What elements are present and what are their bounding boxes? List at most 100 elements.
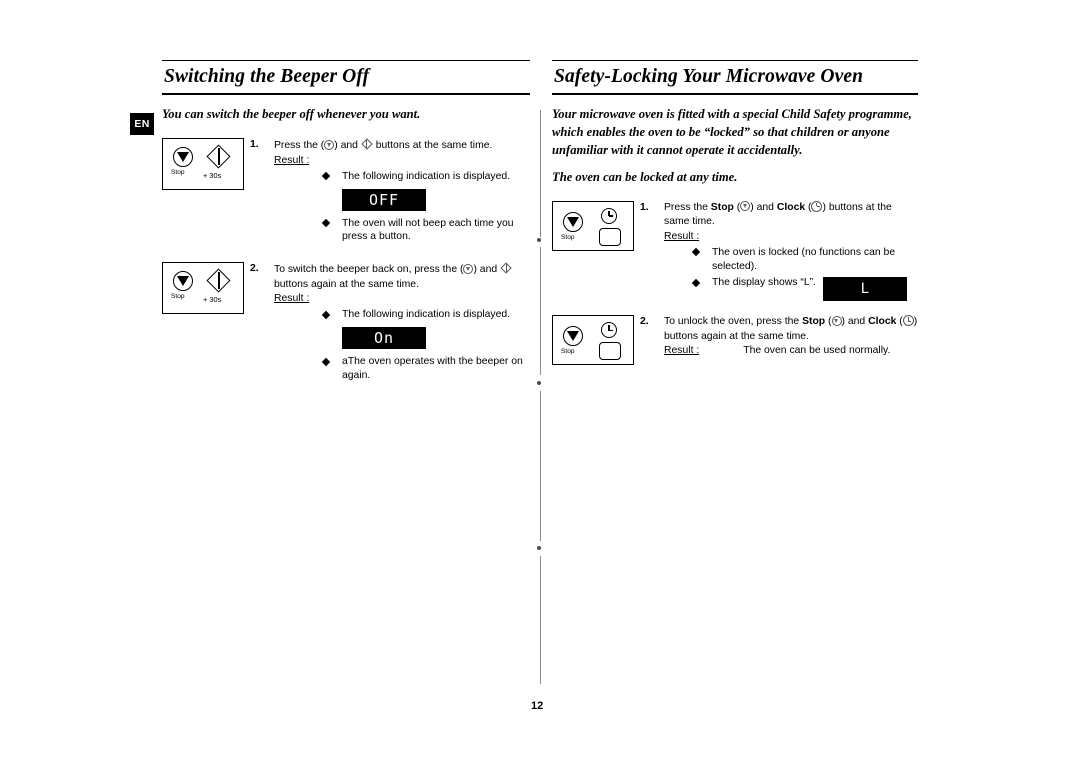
bullet-item: The display shows “L”. L xyxy=(691,276,918,302)
right-step-1: Stop 1. Press the Stop () and Clock () b… xyxy=(552,200,918,302)
left-section-title: Switching the Beeper Off xyxy=(164,66,370,87)
heading-rule-bottom xyxy=(162,93,530,96)
left-step-1-number: 1. xyxy=(250,139,259,151)
left-step-2-result: Result : xyxy=(274,292,530,306)
right-step-1-bold-clock: Clock xyxy=(776,201,806,213)
button-panel-stop-plus30s: Stop + 30s xyxy=(162,262,244,315)
right-step-2-number: 2. xyxy=(640,316,649,328)
bullet-text: The oven will not beep each time you pre… xyxy=(342,217,514,243)
heading-rule-bottom xyxy=(552,93,918,96)
plus-30-seconds-icon xyxy=(361,138,373,150)
right-step-1-bullets: The oven is locked (no functions can be … xyxy=(691,246,918,302)
column-divider-segment xyxy=(540,110,541,237)
diamond-bullet-icon xyxy=(691,248,701,257)
right-step-1-text: Press the Stop () and Clock () buttons a… xyxy=(664,200,918,230)
right-step-1-result: Result : xyxy=(664,230,918,244)
right-intro-second: The oven can be locked at any time. xyxy=(552,169,738,184)
column-divider-dot xyxy=(537,238,541,242)
left-step-1-result-label: Result : xyxy=(274,154,310,166)
plus-30-seconds-button-icon xyxy=(206,144,233,171)
left-step-1-result: Result : xyxy=(274,154,530,168)
language-tab-en: EN xyxy=(130,113,154,135)
left-display-off-wrap: OFF xyxy=(342,188,530,211)
diamond-bullet-icon xyxy=(321,357,331,366)
right-step-1-text-b: ) and xyxy=(750,201,774,213)
stop-button-icon xyxy=(173,271,195,293)
left-step-2-text: To switch the beeper back on, press the … xyxy=(274,262,530,292)
clock-icon xyxy=(811,200,823,212)
left-step-1-body: 1. Press the ( ) and buttons at the same … xyxy=(250,138,530,244)
bullet-text: The following indication is displayed. xyxy=(342,309,511,321)
right-step-1-body: 1. Press the Stop () and Clock () button… xyxy=(640,200,918,302)
bullet-item: The following indication is displayed. xyxy=(321,170,530,184)
clock-icon xyxy=(902,315,914,327)
button-panel-stop-plus30s: Stop + 30s xyxy=(162,138,244,191)
right-step-2-result-text: The oven can be used normally. xyxy=(743,345,891,357)
right-step-2-text-a: To unlock the oven, press the xyxy=(664,316,800,328)
left-step-1-text-a: Press the ( xyxy=(274,140,325,152)
led-display: On xyxy=(342,327,426,349)
right-step-2-result-label: Result : xyxy=(664,345,700,357)
left-intro-text: You can switch the beeper off whenever y… xyxy=(162,107,421,122)
right-step-2-bold-clock: Clock xyxy=(868,316,897,328)
clock-button-icon xyxy=(601,322,619,340)
stop-icon xyxy=(324,139,335,150)
right-step-2-text-b: ) and xyxy=(841,316,866,328)
plus-30-seconds-button-icon xyxy=(206,268,233,295)
right-step-2: Stop 2. To unlock the oven, press the St… xyxy=(552,315,918,385)
bullet-item: The following indication is displayed. xyxy=(321,308,530,322)
right-step-2-result: Result : The oven can be used normally. xyxy=(664,344,918,358)
plus-30-seconds-icon xyxy=(500,262,512,274)
stop-button-icon xyxy=(173,147,195,169)
bullet-text: The display shows “L”. xyxy=(712,277,816,289)
left-section-heading: Switching the Beeper Off xyxy=(162,60,530,96)
diamond-bullet-icon xyxy=(321,172,331,181)
led-display: OFF xyxy=(342,188,426,211)
bullet-item: The oven will not beep each time you pre… xyxy=(321,217,530,244)
column-divider-segment xyxy=(540,556,541,684)
bullet-text: The oven is locked (no functions can be … xyxy=(712,246,896,272)
left-step-1-bullets: The following indication is displayed. O… xyxy=(321,170,530,244)
right-step-1-bold-stop: Stop xyxy=(710,201,734,213)
diamond-bullet-icon xyxy=(321,310,331,320)
right-intro-paragraph: Your microwave oven is fitted with a spe… xyxy=(552,107,912,158)
left-step-1-text: Press the ( ) and buttons at the same tim… xyxy=(274,138,530,153)
page-number: 12 xyxy=(531,700,544,712)
left-step-2-result-label: Result : xyxy=(274,292,310,304)
stop-button-icon xyxy=(563,211,585,234)
left-step-2-number: 2. xyxy=(250,263,259,275)
left-step-2-text-c: buttons again at the same time. xyxy=(274,278,419,290)
stop-icon xyxy=(831,315,842,326)
stop-button-label: Stop xyxy=(561,233,575,241)
diamond-bullet-icon xyxy=(691,278,701,288)
right-step-2-text: To unlock the oven, press the Stop () an… xyxy=(664,315,918,344)
left-step-2-text-a: To switch the beeper back on, press the … xyxy=(274,264,464,276)
bullet-text: The following indication is displayed. xyxy=(342,170,511,182)
bullet-item: The oven is locked (no functions can be … xyxy=(691,246,918,273)
stop-button-label: Stop xyxy=(171,169,185,177)
right-step-1-number: 1. xyxy=(640,201,649,213)
right-step-1-result-label: Result : xyxy=(664,230,700,242)
left-step-1: Stop + 30s 1. Press the ( ) and buttons a… xyxy=(162,138,530,248)
column-divider-dot xyxy=(537,381,541,385)
right-step-2-body: 2. To unlock the oven, press the Stop ()… xyxy=(640,315,918,358)
left-step-1-text-c: buttons at the same time. xyxy=(375,140,493,152)
plus-30-seconds-label: + 30s xyxy=(203,171,222,181)
clock-button-key xyxy=(599,227,621,246)
left-step-2: Stop + 30s 2. To switch the beeper back … xyxy=(162,262,530,382)
plus-30-seconds-label: + 30s xyxy=(203,295,222,305)
stop-icon xyxy=(463,263,474,274)
bullet-item: aThe oven operates with the beeper on ag… xyxy=(321,355,530,382)
stop-button-label: Stop xyxy=(561,348,575,356)
left-step-1-text-b: ) and xyxy=(334,140,358,152)
stop-button-label: Stop xyxy=(171,293,185,301)
left-step-2-bullets: The following indication is displayed. O… xyxy=(321,308,530,382)
stop-button-icon xyxy=(563,326,585,348)
button-panel-stop-clock: Stop xyxy=(552,315,634,366)
right-section-heading: Safety-Locking Your Microwave Oven xyxy=(552,60,918,96)
right-section-title: Safety-Locking Your Microwave Oven xyxy=(554,66,864,87)
manual-page: Switching the Beeper Off You can switch … xyxy=(0,0,1080,763)
right-column: Safety-Locking Your Microwave Oven Your … xyxy=(552,60,918,385)
bullet-text: aThe oven operates with the beeper on ag… xyxy=(342,356,523,381)
right-step-1-text-a: Press the xyxy=(664,201,708,213)
